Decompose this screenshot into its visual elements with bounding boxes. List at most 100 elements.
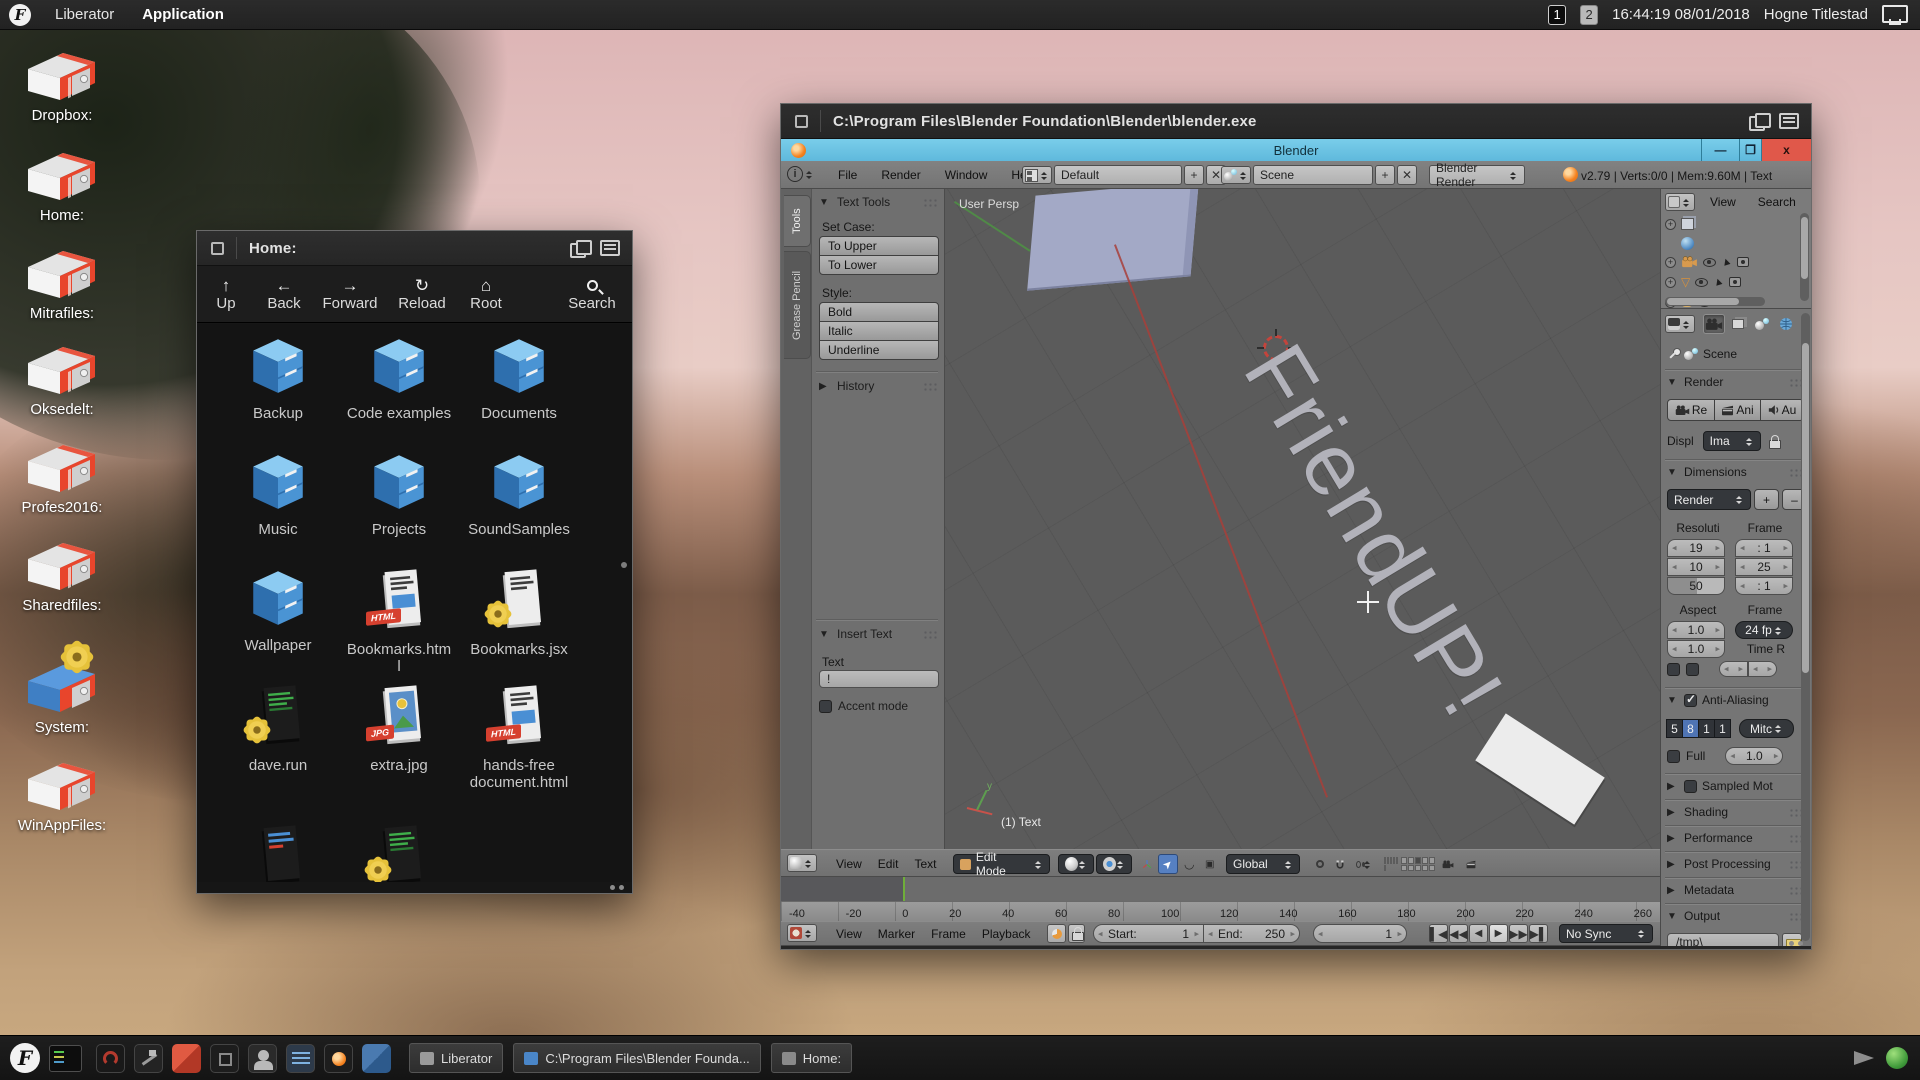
add-preset-button[interactable]: + — [1754, 489, 1779, 510]
timeline-ruler[interactable]: -40-20 020 4060 80100 120140 160180 2002… — [781, 901, 1660, 921]
window-resize-grip[interactable] — [610, 885, 624, 890]
outliner-vertical-scrollbar[interactable] — [1800, 213, 1809, 301]
frame-start-field[interactable]: : 1 — [1735, 539, 1793, 557]
to-lower-button[interactable]: To Lower — [819, 255, 939, 275]
timeline-view-menu[interactable]: View — [831, 924, 867, 944]
file-code-examples[interactable]: Code examples — [339, 336, 459, 422]
metadata-panel-header[interactable]: ▶Metadata — [1667, 883, 1805, 897]
dock-icon-dial[interactable] — [96, 1044, 125, 1073]
border-checkbox[interactable] — [1667, 663, 1680, 676]
lock-button[interactable] — [1068, 924, 1085, 943]
transform-orientation-selector[interactable]: Global — [1226, 854, 1300, 874]
aa-filter-selector[interactable]: Mitc — [1739, 719, 1794, 738]
snap-magnet-icon[interactable] — [1331, 854, 1349, 874]
text-object-friendup[interactable]: FriendUP! — [1224, 327, 1525, 735]
editor-type-properties-icon[interactable] — [1665, 315, 1695, 333]
editor-type-outliner-icon[interactable] — [1665, 193, 1695, 211]
menu-file[interactable]: File — [833, 165, 862, 185]
window-shade-icon[interactable] — [1779, 113, 1799, 129]
desktop-icon-mitrafiles[interactable]: Mitrafiles: — [8, 248, 116, 322]
manipulator-scale-button[interactable]: ▣ — [1200, 854, 1220, 874]
screen-layout-selector[interactable]: Default — [1054, 165, 1182, 185]
selectable-pointer-icon[interactable]: ▲ — [1719, 255, 1733, 270]
tab-render-properties[interactable] — [1703, 314, 1725, 334]
search-button[interactable]: Search — [560, 277, 624, 312]
editor-type-3dview-icon[interactable] — [787, 854, 817, 872]
sampled-motion-checkbox[interactable] — [1684, 780, 1697, 793]
file-music[interactable]: Music — [218, 452, 338, 538]
dock-icon-blender[interactable] — [324, 1044, 353, 1073]
dock-icon-contacts[interactable] — [248, 1044, 277, 1073]
text-object-extrusion[interactable] — [1027, 189, 1199, 291]
dock-icon-document[interactable] — [286, 1044, 315, 1073]
file-backup[interactable]: Backup — [218, 336, 338, 422]
render-panel-header[interactable]: ▼Render — [1667, 375, 1805, 389]
up-button[interactable]: ↑Up — [197, 277, 255, 312]
friend-menu-icon[interactable]: F — [10, 1043, 40, 1073]
manipulator-rotate-button[interactable]: ◡ — [1179, 854, 1199, 874]
anti-aliasing-panel-header[interactable]: ▼Anti-Aliasing — [1667, 693, 1805, 707]
back-button[interactable]: ←Back — [255, 277, 313, 312]
task-home[interactable]: Home: — [771, 1043, 852, 1073]
file-documents[interactable]: Documents — [459, 336, 579, 422]
output-panel-header[interactable]: ▼Output — [1667, 909, 1805, 923]
snap-grid-icon[interactable] — [1379, 854, 1399, 874]
panel-collapse-arrow[interactable]: ▼ — [819, 197, 831, 208]
visibility-eye-icon[interactable] — [1695, 278, 1708, 287]
layers-grid[interactable] — [1401, 857, 1435, 871]
display-icon[interactable] — [1882, 5, 1906, 24]
sampled-motion-panel-header[interactable]: ▶Sampled Mot — [1667, 779, 1805, 793]
menu-application[interactable]: Application — [128, 0, 238, 30]
bold-button[interactable]: Bold — [819, 302, 939, 322]
animation-button[interactable]: Ani — [1714, 399, 1761, 421]
display-mode-selector[interactable]: Ima — [1703, 431, 1761, 451]
restore-button[interactable]: ❐ — [1739, 139, 1761, 161]
autokey-record-button[interactable] — [1047, 924, 1066, 943]
window-depth-icon[interactable] — [570, 240, 590, 256]
frame-end-field[interactable]: 25 — [1735, 558, 1793, 576]
timeline-marker-menu[interactable]: Marker — [873, 924, 920, 944]
output-path-field[interactable]: /tmp\ — [1667, 933, 1779, 946]
window-depth-icon[interactable] — [1749, 113, 1769, 129]
text-menu[interactable]: Text — [909, 854, 941, 874]
manipulator-translate-button[interactable]: ➤ — [1158, 854, 1178, 874]
menu-render[interactable]: Render — [876, 165, 925, 185]
pin-icon[interactable] — [1667, 347, 1679, 361]
add-scene-button[interactable]: + — [1375, 165, 1395, 185]
tab-world-properties[interactable] — [1775, 314, 1797, 334]
minimize-button[interactable]: — — [1701, 139, 1739, 161]
outliner-row-scene[interactable]: + — [1665, 215, 1694, 233]
desktop-icon-sharedfiles[interactable]: Sharedfiles: — [8, 540, 116, 614]
aspect-y-field[interactable]: 1.0 — [1667, 640, 1725, 658]
view-menu[interactable]: View — [831, 854, 867, 874]
tab-render-layers[interactable] — [1727, 314, 1749, 334]
sync-mode-selector[interactable]: No Sync — [1559, 924, 1653, 943]
resolution-percent-slider[interactable]: 50 — [1667, 577, 1725, 595]
mode-selector[interactable]: Edit Mode — [953, 854, 1050, 874]
selectable-pointer-icon[interactable]: ▲ — [1712, 275, 1726, 290]
aa-samples-11[interactable]: 1 — [1698, 719, 1715, 738]
aa-samples-16[interactable]: 1 — [1714, 719, 1731, 738]
jump-to-start-button[interactable]: ▌◀ — [1429, 924, 1448, 943]
renderable-camera-icon[interactable] — [1737, 257, 1749, 267]
desktop-icon-winappfiles[interactable]: WinAppFiles: — [8, 760, 116, 834]
menu-liberator[interactable]: Liberator — [41, 0, 128, 30]
insert-text-input[interactable]: ! — [819, 670, 939, 688]
panel-collapse-arrow[interactable]: ▶ — [819, 381, 831, 392]
current-frame-field[interactable]: 1 — [1313, 924, 1407, 943]
scene-dropdown-icon[interactable] — [1221, 166, 1251, 184]
reload-button[interactable]: ↻Reload — [387, 277, 457, 312]
friend-logo-icon[interactable]: F — [9, 4, 31, 26]
frame-start-field[interactable]: Start:1 — [1093, 924, 1204, 943]
info-editor-icon[interactable]: i — [787, 166, 803, 182]
file-extra-jpg[interactable]: JPG extra.jpg — [339, 684, 459, 774]
dimensions-panel-header[interactable]: ▼Dimensions — [1667, 465, 1805, 479]
viewport-shading-selector[interactable] — [1058, 854, 1094, 874]
root-button[interactable]: ⌂Root — [457, 277, 515, 312]
workspace-1-button[interactable]: 1 — [1548, 5, 1566, 25]
blender-app-titlebar[interactable]: Blender — ❐ x — [781, 139, 1811, 161]
jump-to-end-button[interactable]: ▶▌ — [1529, 924, 1548, 943]
pivot-selector[interactable] — [1096, 854, 1132, 874]
scene-selector[interactable]: Scene — [1253, 165, 1373, 185]
tab-scene-properties[interactable] — [1751, 314, 1773, 334]
